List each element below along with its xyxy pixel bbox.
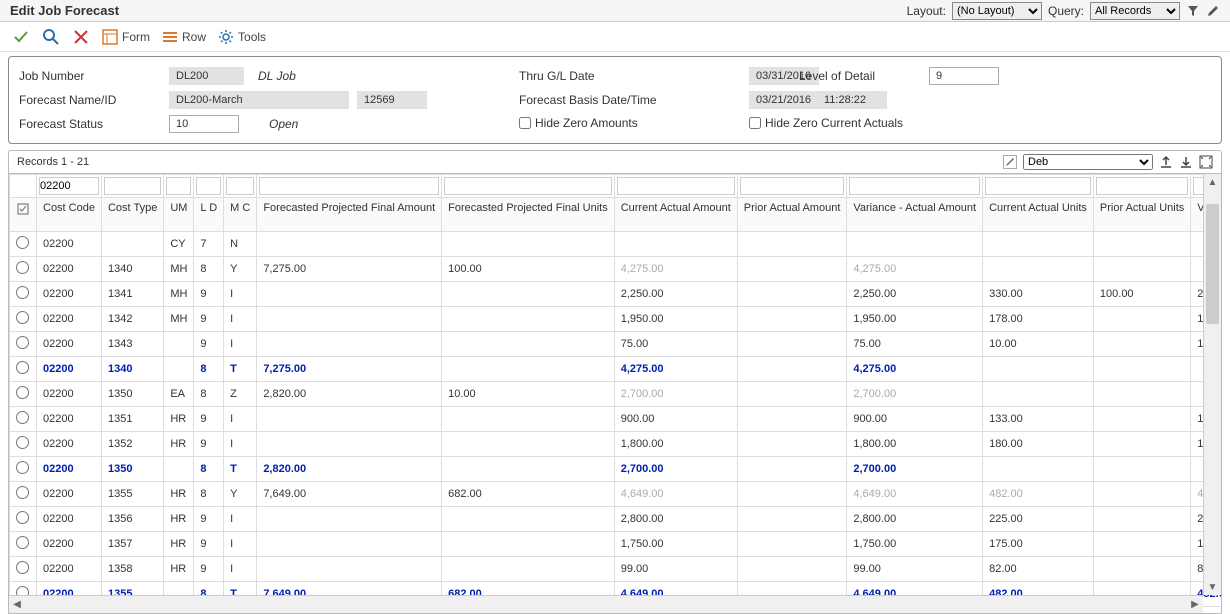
table-row[interactable]: 022001356HR9I2,800.002,800.00225.00225.0… [10,507,1223,532]
forecast-status-desc: Open [263,115,304,133]
basis-time-field[interactable]: 11:28:22 [817,91,887,109]
table-row[interactable]: 022001341MH9I2,250.002,250.00330.00100.0… [10,282,1223,307]
query-select[interactable]: All Records [1090,2,1180,20]
filter-mc[interactable] [226,177,254,195]
tools-button[interactable]: Tools [218,29,266,45]
cancel-button[interactable] [72,28,90,46]
form-label: Form [122,30,150,44]
scroll-right-icon[interactable]: ▶ [1187,596,1203,613]
job-name: DL Job [252,67,302,85]
form-button[interactable]: Form [102,29,150,45]
upload-icon[interactable] [1159,155,1173,169]
table-row[interactable]: 022001351HR9I900.00900.00133.00133.003,0… [10,407,1223,432]
row-label: Row [182,30,206,44]
horizontal-scrollbar[interactable]: ◀ ▶ [9,595,1203,613]
filter-cost-code[interactable] [39,177,99,195]
scroll-down-icon[interactable]: ▼ [1204,579,1221,595]
filter-paa[interactable] [740,177,845,195]
filter-fpfu[interactable] [444,177,612,195]
row-selector[interactable] [10,282,37,307]
table-row[interactable]: 022001358HR9I99.0099.0082.0082.003,500.0… [10,557,1223,582]
table-row[interactable]: 0220013508T2,820.002,700.002,700.008,000… [10,457,1223,482]
row-selector[interactable] [10,382,37,407]
forecast-name-field[interactable]: DL200-March [169,91,349,109]
vertical-scrollbar[interactable]: ▲ ▼ [1203,174,1221,595]
ok-button[interactable] [12,28,30,46]
level-detail-field[interactable]: 9 [929,67,999,85]
scroll-left-icon[interactable]: ◀ [9,596,25,613]
filter-pau[interactable] [1096,177,1188,195]
page-title: Edit Job Forecast [10,3,119,18]
basis-date-field[interactable]: 03/21/2016 [749,91,819,109]
tools-label: Tools [238,30,266,44]
hide-zero-checkbox[interactable]: Hide Zero Amounts [519,116,638,130]
edit-icon[interactable] [1003,155,1017,169]
row-selector[interactable] [10,432,37,457]
expand-icon[interactable] [1199,155,1213,169]
row-selector[interactable] [10,257,37,282]
filter-row[interactable] [10,175,1223,198]
row-button[interactable]: Row [162,29,206,45]
row-selector[interactable] [10,557,37,582]
filter-um[interactable] [166,177,191,195]
filter-ld[interactable] [196,177,221,195]
filter-cau[interactable] [985,177,1091,195]
row-selector[interactable] [10,507,37,532]
filter-caa[interactable] [617,177,735,195]
search-button[interactable] [42,28,60,46]
scroll-up-icon[interactable]: ▲ [1204,174,1221,190]
row-selector[interactable] [10,307,37,332]
row-selector[interactable] [10,457,37,482]
table-row[interactable]: 022001350EA8Z2,820.0010.002,700.002,700.… [10,382,1223,407]
job-number-label: Job Number [19,69,169,83]
row-selector[interactable] [10,482,37,507]
scroll-thumb-v[interactable] [1206,204,1219,324]
forecast-status-label: Forecast Status [19,117,169,131]
layout-label: Layout: [907,4,946,18]
table-row[interactable]: 022001357HR9I1,750.001,750.00175.00175.0… [10,532,1223,557]
table-row[interactable]: 02200CY7N [10,232,1223,257]
header-row: Cost Code Cost Type UM L D M C Forecaste… [10,198,1223,232]
table-row[interactable]: 0220013408T7,275.004,275.004,275.0012,00… [10,357,1223,382]
row-selector[interactable] [10,407,37,432]
table-row[interactable]: 022001342MH9I1,950.001,950.00178.00178.0… [10,307,1223,332]
forecast-status-field[interactable]: 10 [169,115,239,133]
layout-select[interactable]: (No Layout) [952,2,1042,20]
filter-cost-type[interactable] [104,177,161,195]
basis-label: Forecast Basis Date/Time [519,93,689,107]
row-selector[interactable] [10,332,37,357]
row-selector[interactable] [10,357,37,382]
job-number-field[interactable]: DL200 [169,67,244,85]
filter-icon[interactable] [1186,4,1200,18]
forecast-id-field[interactable]: 12569 [357,91,427,109]
pencil-icon[interactable] [1206,4,1220,18]
row-selector[interactable] [10,232,37,257]
query-label: Query: [1048,4,1084,18]
filter-fpfa[interactable] [259,177,439,195]
table-row[interactable]: 022001352HR9I1,800.001,800.00180.00180.0… [10,432,1223,457]
table-row[interactable]: 022001355HR8Y7,649.00682.004,649.004,649… [10,482,1223,507]
level-detail-label: Level of Detail [799,69,875,83]
table-row[interactable]: 0220013439I75.0075.0010.0010.002,000.001… [10,332,1223,357]
thru-gl-label: Thru G/L Date [519,69,689,83]
user-select[interactable]: Deb [1023,154,1153,170]
hide-zero-current-checkbox[interactable]: Hide Zero Current Actuals [749,116,903,130]
download-icon[interactable] [1179,155,1193,169]
filter-vaa[interactable] [849,177,980,195]
table-row[interactable]: 022001340MH8Y7,275.00100.004,275.004,275… [10,257,1223,282]
records-label: Records 1 - 21 [17,156,89,168]
select-all-icon[interactable] [16,202,30,216]
forecast-name-label: Forecast Name/ID [19,93,169,107]
row-selector[interactable] [10,532,37,557]
